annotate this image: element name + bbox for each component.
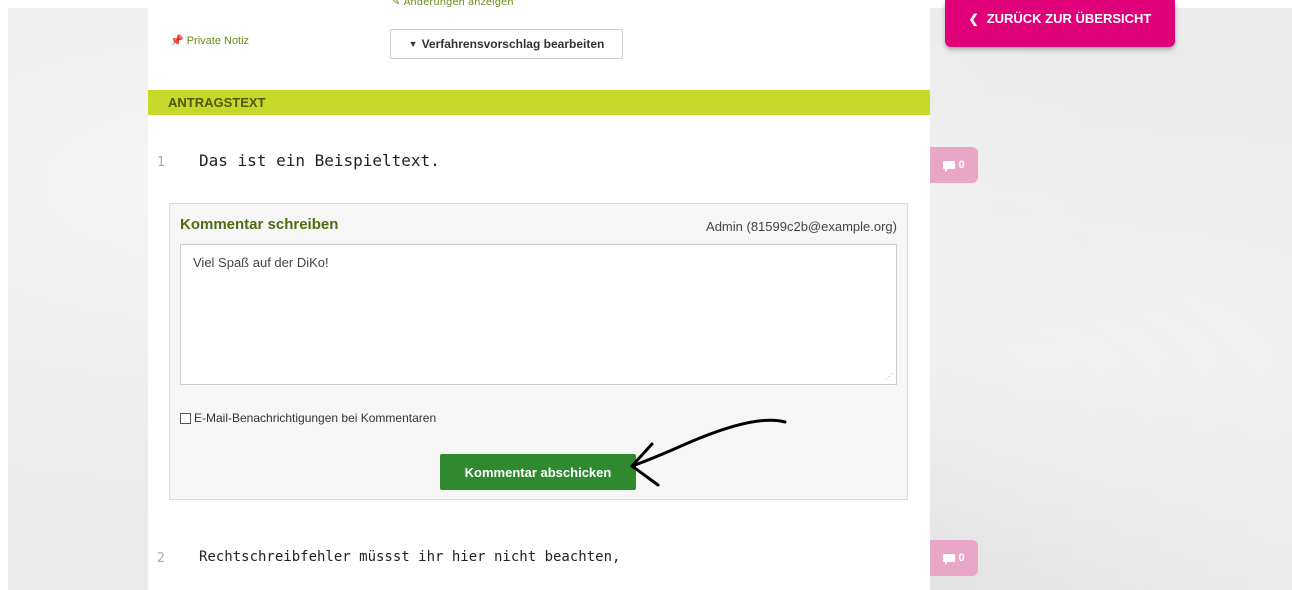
comment-text: Viel Spaß auf der DiKo! (193, 255, 329, 270)
private-note-link[interactable]: 📌 Private Notiz (170, 34, 249, 47)
comment-form-title: Kommentar schreiben (180, 216, 339, 233)
show-changes-link[interactable]: ✎ Änderungen anzeigen (392, 0, 514, 12)
pin-icon: 📌 (170, 35, 184, 47)
line-number: 2 (157, 551, 165, 566)
comment-textarea[interactable]: Viel Spaß auf der DiKo! ⋰ (180, 244, 897, 385)
chevron-left-icon: ❮ (968, 11, 979, 26)
submit-comment-label: Kommentar abschicken (464, 464, 612, 480)
back-to-overview-label: ZURÜCK ZUR ÜBERSICHT (986, 11, 1152, 26)
motion-line: Rechtschreibfehler müssst ihr hier nicht… (199, 549, 621, 565)
email-notification-checkbox[interactable] (180, 412, 191, 424)
submit-comment-button[interactable]: Kommentar abschicken (440, 454, 636, 490)
edit-proposal-button[interactable]: ▼ Verfahrensvorschlag bearbeiten (390, 29, 623, 59)
show-changes-label: Änderungen anzeigen (403, 0, 514, 8)
section-header: ANTRAGSTEXT (148, 90, 930, 115)
comment-count-value: 0 (958, 552, 965, 564)
email-notification-label: E-Mail-Benachrichtigungen bei Kommentare… (194, 411, 437, 425)
resize-handle-icon[interactable]: ⋰ (885, 373, 893, 381)
comment-author: Admin (81599c2b@example.org) (706, 219, 897, 234)
email-notification-option[interactable]: E-Mail-Benachrichtigungen bei Kommentare… (180, 411, 436, 425)
back-to-overview-button[interactable]: ❮ ZURÜCK ZUR ÜBERSICHT (945, 0, 1175, 47)
motion-line: Das ist ein Beispieltext. (199, 151, 440, 170)
private-note-label: Private Notiz (186, 35, 250, 47)
line-comment-count[interactable]: 0 (930, 540, 978, 576)
comment-count-value: 0 (958, 159, 965, 171)
comment-icon (943, 161, 956, 172)
edit-proposal-label: Verfahrensvorschlag bearbeiten (421, 37, 605, 51)
pencil-icon: ✎ (392, 0, 404, 8)
line-number: 1 (157, 155, 165, 170)
comment-icon (943, 554, 956, 565)
annotation-arrow (630, 418, 787, 487)
line-comment-count[interactable]: 0 (930, 147, 978, 183)
chevron-down-icon: ▼ (408, 39, 418, 49)
